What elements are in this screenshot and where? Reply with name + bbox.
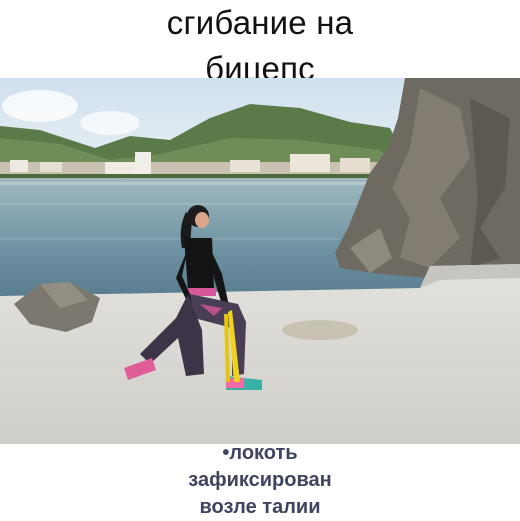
exercise-tip: •локоть зафиксирован возле талии	[0, 440, 520, 521]
caption-line-2: зафиксирован	[188, 469, 332, 491]
exercise-photo	[0, 78, 520, 444]
caption-line-3: возле талии	[199, 496, 321, 518]
caption-line-1: •локоть	[222, 442, 298, 464]
title-line-1: сгибание на	[166, 4, 354, 41]
